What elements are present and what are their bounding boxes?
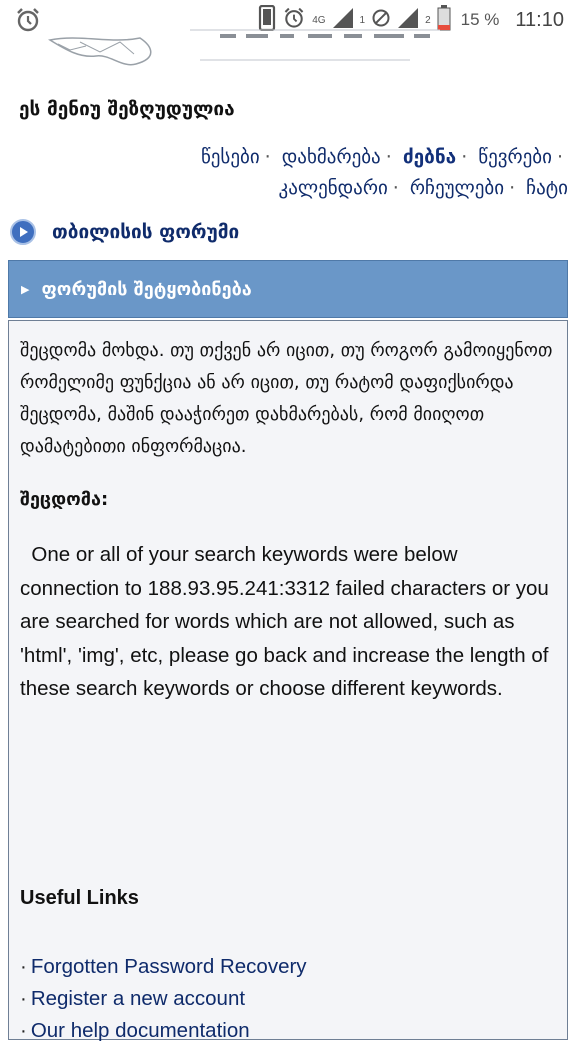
nav-calendar-link[interactable]: კალენდარი xyxy=(279,177,388,199)
nav-rules-link[interactable]: წესები xyxy=(201,146,260,168)
useful-links-list: · Forgotten Password Recovery · Register a… xyxy=(20,951,307,1047)
error-label: შეცდომა: xyxy=(20,489,109,510)
nav-favorites-link[interactable]: რჩეულები xyxy=(410,177,504,199)
forum-title-link[interactable]: თბილისის ფორუმი xyxy=(52,221,239,243)
nav-separator: · xyxy=(461,146,468,168)
useful-links-title: Useful Links xyxy=(20,887,139,909)
panel-header: ▶ ფორუმის შეტყობინება xyxy=(8,260,568,318)
help-documentation-link[interactable]: Our help documentation xyxy=(31,1019,250,1042)
password-recovery-link[interactable]: Forgotten Password Recovery xyxy=(31,955,307,978)
nav-separator: · xyxy=(556,146,563,168)
error-details-text: One or all of your search keywords were … xyxy=(20,543,549,700)
nav-separator: · xyxy=(509,177,516,199)
forum-logo xyxy=(40,24,460,76)
alarm-icon xyxy=(14,6,42,39)
forum-breadcrumb: თბილისის ფორუმი xyxy=(10,214,239,250)
nav-separator: · xyxy=(264,146,271,168)
list-item: · Forgotten Password Recovery xyxy=(20,951,307,983)
bullet: · xyxy=(20,1019,27,1042)
register-account-link[interactable]: Register a new account xyxy=(31,987,245,1010)
clock: 11:10 xyxy=(515,8,564,31)
nav-help-link[interactable]: დახმარება xyxy=(282,146,381,168)
panel-title: ფორუმის შეტყობინება xyxy=(41,278,252,300)
nav-separator: · xyxy=(392,177,399,199)
nav-separator: · xyxy=(385,146,392,168)
triangle-right-icon: ▶ xyxy=(21,282,30,296)
menu-restricted-notice: ეს მენიუ შეზღუდულია xyxy=(19,98,235,120)
battery-percent: 15 % xyxy=(460,10,500,29)
error-message: შეცდომა მოხდა. თუ თქვენ არ იცით, თუ როგო… xyxy=(20,340,553,457)
nav-links: წესები · დახმარება · ძებნა · წევრები · კალენ… xyxy=(98,142,568,204)
nav-search-link[interactable]: ძებნა xyxy=(403,146,456,168)
play-icon xyxy=(10,219,36,245)
bullet: · xyxy=(20,987,27,1010)
panel-body: შეცდომა მოხდა. თუ თქვენ არ იცით, თუ როგო… xyxy=(8,320,568,1042)
error-details: One or all of your search keywords were … xyxy=(20,538,557,706)
list-item: · Our help documentation xyxy=(20,1015,307,1047)
nav-members-link[interactable]: წევრები xyxy=(478,146,552,168)
bullet: · xyxy=(20,955,27,978)
list-item: · Register a new account xyxy=(20,983,307,1015)
nav-chat-link[interactable]: ჩატი xyxy=(526,177,568,199)
